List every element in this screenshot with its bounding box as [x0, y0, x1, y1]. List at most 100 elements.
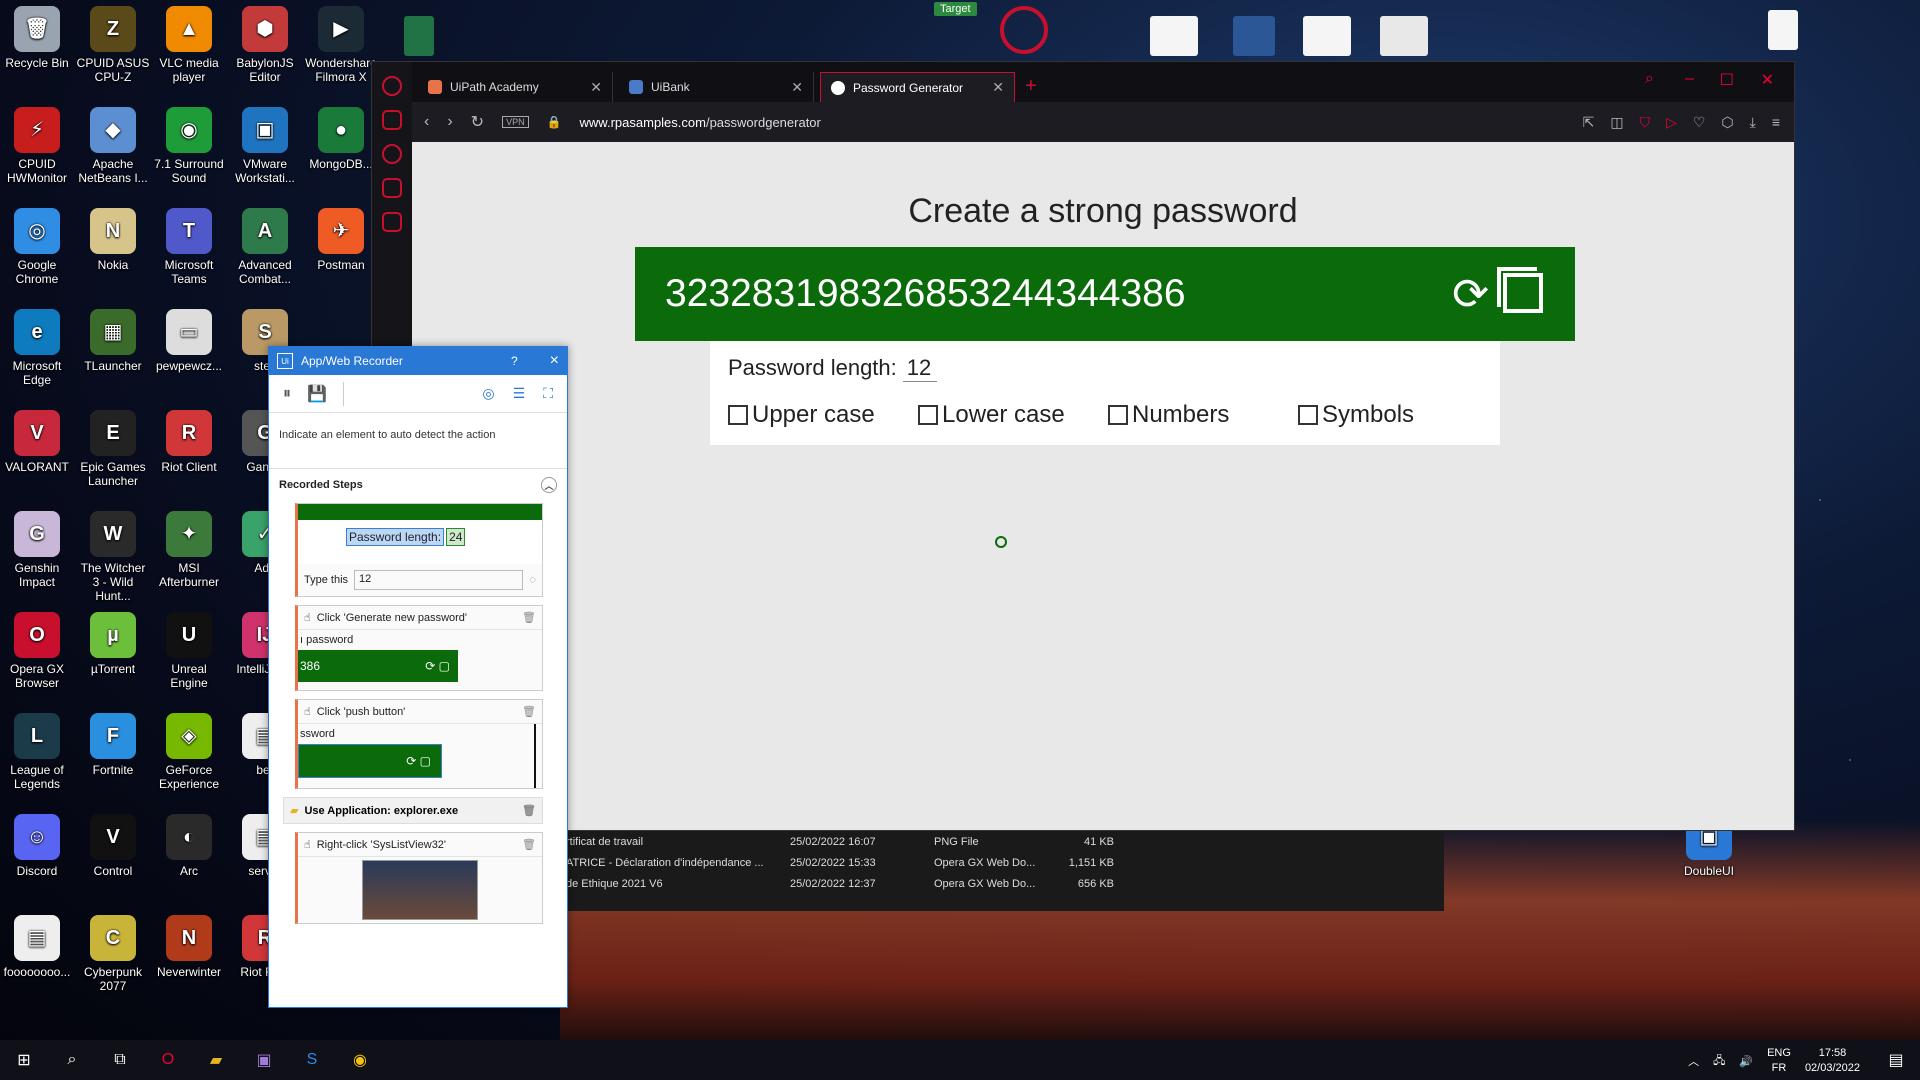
- twitch-icon[interactable]: [382, 212, 402, 232]
- desktop-icon[interactable]: V VALORANT: [0, 410, 74, 474]
- opera-logo-icon[interactable]: [382, 76, 402, 96]
- download-icon[interactable]: ⤓: [1750, 114, 1756, 131]
- camera-icon[interactable]: ◫: [1610, 114, 1623, 131]
- desktop-icon[interactable]: N Neverwinter: [152, 915, 226, 979]
- desktop-icon[interactable]: ▦ TLauncher: [76, 309, 150, 373]
- tab-uibank[interactable]: UiBank ✕: [619, 72, 814, 102]
- tab-password-generator[interactable]: Password Generator ✕: [820, 72, 1015, 102]
- close-tab-icon[interactable]: ✕: [590, 79, 602, 96]
- top-thumbnail-1[interactable]: [1150, 16, 1198, 56]
- volume-icon[interactable]: 🔊: [1739, 1055, 1753, 1068]
- desktop-icon[interactable]: L League of Legends: [0, 713, 74, 791]
- play-icon[interactable]: ▷: [1666, 114, 1677, 131]
- top-thumbnail-3[interactable]: [1380, 16, 1428, 56]
- speed-icon[interactable]: [382, 144, 402, 164]
- pause-icon[interactable]: ⏸: [283, 385, 291, 403]
- chevron-up-icon[interactable]: ︿: [1688, 1053, 1699, 1069]
- help-button[interactable]: ?: [511, 354, 518, 368]
- list-item[interactable]: rtificat de travail 25/02/2022 16:07 PNG…: [560, 831, 1444, 852]
- network-icon[interactable]: 🖧: [1713, 1052, 1725, 1071]
- opera-top-icon[interactable]: [1000, 6, 1048, 54]
- maximize-icon[interactable]: ☐: [1720, 70, 1734, 90]
- address-bar[interactable]: www.rpasamples.com/passwordgenerator: [580, 115, 821, 130]
- top-thumbnail-2[interactable]: [1303, 16, 1351, 56]
- desktop-icon[interactable]: ◎ Google Chrome: [0, 208, 74, 286]
- uipath-studio-icon[interactable]: ▣: [240, 1040, 288, 1080]
- gamepad-icon[interactable]: [382, 110, 402, 130]
- delete-step-icon[interactable]: 🗑: [522, 611, 536, 624]
- desktop-icon[interactable]: ✦ MSI Afterburner: [152, 511, 226, 589]
- step-type-into[interactable]: Password length: 24 Type this 12 ◌: [295, 503, 543, 597]
- desktop-icon[interactable]: ⬢ BabylonJS Editor: [228, 6, 302, 84]
- close-tab-icon[interactable]: ✕: [791, 79, 803, 96]
- copy-icon[interactable]: [1497, 267, 1543, 313]
- desktop-icon[interactable]: E Epic Games Launcher: [76, 410, 150, 488]
- new-tab-button[interactable]: +: [1025, 75, 1037, 98]
- desktop-icon[interactable]: e Microsoft Edge: [0, 309, 74, 387]
- uipath-assistant-icon[interactable]: S: [288, 1040, 336, 1080]
- list-settings-icon[interactable]: ☰: [513, 385, 526, 402]
- desktop-icon[interactable]: ▤ foooooooo...: [0, 915, 74, 979]
- desktop-icon[interactable]: ◆ Apache NetBeans I...: [76, 107, 150, 185]
- list-item[interactable]: ATRICE - Déclaration d'indépendance ... …: [560, 852, 1444, 873]
- desktop-icon[interactable]: ▭ pewpewcz...: [152, 309, 226, 373]
- checkbox[interactable]: [1298, 405, 1318, 425]
- desktop-icon[interactable]: N Nokia: [76, 208, 150, 272]
- forward-icon[interactable]: ›: [447, 113, 452, 131]
- language-indicator[interactable]: ENG FR: [1767, 1046, 1791, 1076]
- chrome-icon[interactable]: ◉: [336, 1040, 384, 1080]
- step-click-generate[interactable]: ☝ Click 'Generate new password' 🗑 ı pass…: [295, 605, 543, 691]
- desktop-icon[interactable]: Z CPUID ASUS CPU-Z: [76, 6, 150, 84]
- windows-start-icon[interactable]: ⊞: [0, 1040, 48, 1080]
- desktop-icon[interactable]: V Control: [76, 814, 150, 878]
- delete-step-icon[interactable]: 🗑: [522, 804, 536, 817]
- desktop-icon[interactable]: ✈ Postman: [304, 208, 378, 272]
- document-icon[interactable]: [1768, 10, 1798, 50]
- shield-icon[interactable]: ⛉: [1640, 114, 1651, 131]
- menu-icon[interactable]: ≡: [1772, 114, 1780, 131]
- use-application-scope[interactable]: ▰ Use Application: explorer.exe 🗑: [283, 797, 543, 824]
- desktop-icon[interactable]: µ µTorrent: [76, 612, 150, 676]
- desktop-icon[interactable]: R Riot Client: [152, 410, 226, 474]
- desktop-icon[interactable]: T Microsoft Teams: [152, 208, 226, 286]
- bag-icon[interactable]: [382, 178, 402, 198]
- checkbox[interactable]: [918, 405, 938, 425]
- close-window-icon[interactable]: ✕: [1761, 70, 1774, 90]
- share-icon[interactable]: ⇱: [1583, 114, 1595, 131]
- search-icon[interactable]: ⌕: [48, 1040, 96, 1080]
- desktop-icon[interactable]: ▶ Wondershare Filmora X: [304, 6, 378, 84]
- option-upper-case[interactable]: Upper case: [728, 401, 918, 429]
- reload-icon[interactable]: ↻: [471, 112, 484, 132]
- screen-capture-icon[interactable]: ⛶: [543, 385, 553, 402]
- search-tabs-icon[interactable]: ⌕: [1645, 70, 1654, 88]
- desktop-icon[interactable]: ● MongoDB...: [304, 107, 378, 171]
- desktop-icon[interactable]: O Opera GX Browser: [0, 612, 74, 690]
- close-recorder-button[interactable]: ×: [550, 352, 559, 370]
- desktop-icon[interactable]: U Unreal Engine: [152, 612, 226, 690]
- clock[interactable]: 17:58 02/03/2022: [1805, 1046, 1860, 1076]
- desktop-icon[interactable]: ◉ 7.1 Surround Sound: [152, 107, 226, 185]
- notifications-icon[interactable]: ▤: [1872, 1040, 1920, 1080]
- eye-hidden-icon[interactable]: ◌: [529, 574, 536, 586]
- desktop-icon[interactable]: A Advanced Combat...: [228, 208, 302, 286]
- length-input[interactable]: 12: [902, 355, 937, 382]
- target-icon[interactable]: ◎: [482, 385, 494, 402]
- heart-icon[interactable]: ♡: [1693, 114, 1706, 131]
- type-this-input[interactable]: 12: [354, 570, 524, 590]
- desktop-icon[interactable]: F Fortnite: [76, 713, 150, 777]
- step-right-click-list[interactable]: ☝ Right-click 'SysListView32' 🗑: [295, 832, 543, 924]
- desktop-icon[interactable]: C Cyberpunk 2077: [76, 915, 150, 993]
- word-icon[interactable]: [1233, 16, 1275, 56]
- refresh-icon[interactable]: ⟳: [1452, 269, 1489, 320]
- back-icon[interactable]: ‹: [424, 113, 429, 131]
- cube-icon[interactable]: ⬡: [1721, 114, 1733, 131]
- delete-step-icon[interactable]: 🗑: [522, 705, 536, 718]
- tab-uipath-academy[interactable]: UiPath Academy ✕: [418, 72, 613, 102]
- option-numbers[interactable]: Numbers: [1108, 401, 1298, 429]
- file-explorer-icon[interactable]: ▰: [192, 1040, 240, 1080]
- desktop-icon[interactable]: W The Witcher 3 - Wild Hunt...: [76, 511, 150, 603]
- collapse-icon[interactable]: ︿: [541, 477, 557, 493]
- excel-icon[interactable]: [404, 16, 434, 56]
- step-click-push-button[interactable]: ☝ Click 'push button' 🗑 ssword ⟳ ▢: [295, 699, 543, 789]
- list-item[interactable]: de Ethique 2021 V6 25/02/2022 12:37 Oper…: [560, 873, 1444, 894]
